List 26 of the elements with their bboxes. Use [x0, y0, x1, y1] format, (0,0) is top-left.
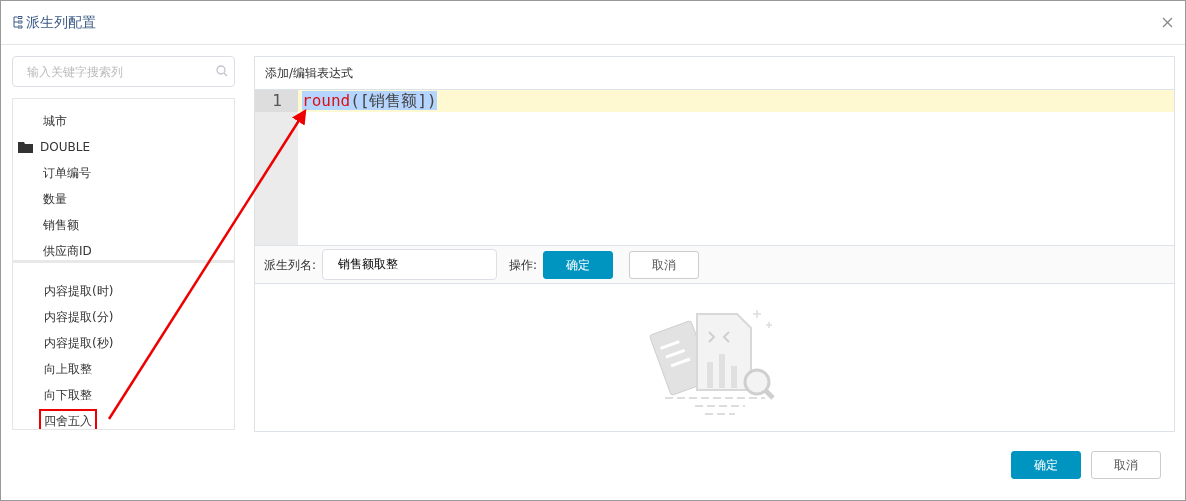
tree-item[interactable]: 数量 [13, 186, 234, 212]
panel-title: 添加/编辑表达式 [265, 65, 354, 82]
tree-item[interactable]: 城市 [13, 108, 234, 134]
function-item[interactable]: 内容提取(秒) [39, 331, 119, 355]
function-item[interactable]: 内容提取(分) [39, 305, 119, 329]
cancel-button[interactable]: 取消 [629, 250, 700, 279]
code-editor[interactable]: 1 round([销售额]) [255, 90, 1174, 246]
folder-icon [18, 141, 34, 153]
tree-icon [13, 16, 23, 29]
close-icon[interactable] [1162, 17, 1173, 28]
tree-item[interactable]: 销售额 [13, 212, 234, 238]
tree-item[interactable]: 供应商ID [13, 238, 234, 260]
line-number: 1 [255, 90, 298, 112]
actions-label: 操作: [509, 256, 538, 274]
tree-item[interactable]: 订单编号 [13, 160, 234, 186]
function-item[interactable]: 向下取整 [39, 383, 97, 407]
cancel-button[interactable]: 取消 [1091, 451, 1161, 479]
function-item[interactable]: 向上取整 [39, 357, 97, 381]
search-icon [216, 65, 228, 77]
window-title: 派生列配置 [26, 13, 96, 32]
function-item[interactable]: 四舍五入 [39, 409, 97, 429]
function-item[interactable]: 内容提取(时) [39, 279, 119, 303]
field-label: 派生列名: [264, 256, 317, 274]
tree-item[interactable]: DOUBLE [13, 134, 234, 160]
name-field[interactable]: 销售额取整 [322, 249, 498, 280]
search-field[interactable]: 输入关键字搜索列 [12, 56, 235, 87]
